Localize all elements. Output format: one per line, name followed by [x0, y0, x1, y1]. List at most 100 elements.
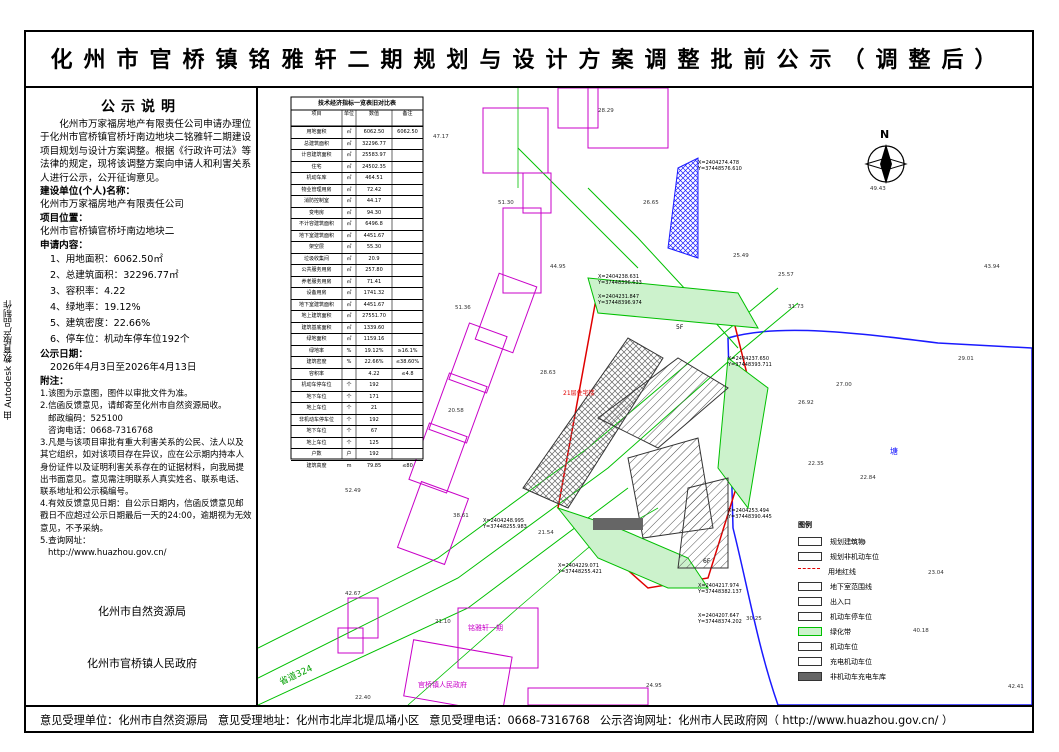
- table-row: 计容建筑面积 ㎡ 25583.97: [291, 149, 423, 161]
- elevation-label: 43.94: [984, 264, 1000, 270]
- table-cell: 125: [369, 439, 379, 446]
- table-cell: 个: [346, 405, 352, 411]
- elevation-label: 49.43: [870, 186, 886, 192]
- elevation-label: 42.67: [345, 591, 361, 597]
- legend-label: 地下室范围线: [830, 582, 872, 591]
- table-row: 建筑基底面积 ㎡ 1339.60: [291, 321, 423, 334]
- elevation-label: 28.63: [540, 370, 556, 376]
- building-label: 5F: [676, 324, 684, 331]
- legend-label: 机动车停车位: [830, 612, 872, 621]
- elevation-label: 47.17: [433, 134, 449, 140]
- table-cell: ≤4.8: [401, 370, 414, 377]
- note-3: 3.凡是与该项目审批有重大利害关系的公民、法人以及其它组织，如对该项目存在异议，…: [40, 438, 245, 497]
- legend-label: 充电机动车位: [830, 657, 872, 666]
- legend-label: 规划非机动车位: [830, 552, 879, 561]
- side-watermark-text: 由 Autodesk 教育版产品制作: [4, 300, 14, 420]
- legend-swatch: [798, 567, 820, 576]
- table-cell: 1339.60: [363, 324, 385, 331]
- elevation-label: 25.49: [733, 253, 749, 259]
- coordinate-label: X=2404237.650 Y=37448393.711: [728, 356, 772, 368]
- table-cell: 22.66%: [364, 359, 384, 365]
- table-cell: 个: [346, 416, 352, 423]
- note-website: http://www.huazhou.gov.cn/: [48, 547, 167, 558]
- elevation-label: 21.10: [435, 619, 451, 625]
- table-cell: 79.85: [366, 462, 382, 469]
- table-cell: [392, 265, 423, 276]
- elevation-label: 30.25: [746, 616, 762, 622]
- coordinate-label: X=2404217.974 Y=37448382.137: [698, 583, 742, 595]
- table-cell: 20.9: [368, 255, 380, 262]
- table-cell: ㎡: [346, 278, 352, 285]
- legend-label: 机动车位: [830, 642, 858, 651]
- legend-swatch: [798, 582, 822, 591]
- elevation-label: 31.73: [788, 304, 804, 310]
- elevation-label: 27.00: [836, 382, 852, 388]
- legend-label: 非机动车充电车库: [830, 672, 886, 681]
- content-item: 4、绿地率：19.12%: [50, 302, 141, 314]
- table-cell: 72.42: [366, 186, 382, 193]
- table-cell: 设备用房: [306, 290, 327, 296]
- table-row: 非机动车停车位 个 192: [291, 413, 423, 426]
- note-phone: 咨询电话：0668-7316768: [48, 425, 154, 436]
- table-row: 消防控制室 ㎡ 44.17: [291, 195, 423, 207]
- elevation-label: 51.30: [498, 200, 514, 206]
- table-cell: 非机动车停车位: [298, 416, 334, 423]
- table-cell: 住宅: [311, 163, 322, 170]
- legend-label: 出入口: [830, 597, 851, 606]
- footer-phone: 意见受理电话：0668-7316768: [429, 713, 590, 727]
- table-cell: [392, 208, 423, 219]
- table-row: 容积率 4.22 ≤4.8: [291, 367, 423, 380]
- table-header-cell: 备注: [402, 111, 413, 117]
- table-header-cell: 单位: [343, 111, 354, 117]
- legend-label: 用地红线: [828, 567, 856, 576]
- legend: 图例 规划建筑物 规划非机动车位 用地红线 地下室范围线 出入口 机动车停车位 绿化带 机动车…: [798, 520, 948, 684]
- note-2: 2.信函反馈意见，请邮寄至化州市自然资源局收。: [40, 401, 227, 412]
- legend-swatch: [798, 657, 822, 666]
- table-row: 用地面积 ㎡ 6062.50 6062.50: [291, 126, 423, 138]
- table-cell: 建筑基底面积: [301, 324, 332, 331]
- table-cell: 不计容建筑面积: [298, 221, 334, 227]
- table-row: 建筑高度 m 79.85 ≤80: [291, 459, 423, 472]
- content-item: 1、用地面积：6062.50㎡: [50, 254, 163, 266]
- legend-swatch: [798, 597, 822, 606]
- table-cell: 19.12%: [364, 347, 384, 354]
- coordinate-label: X=2404248.995 Y=37448255.983: [483, 518, 527, 530]
- table-row: 设备用房 ㎡ 1741.32: [291, 287, 423, 299]
- title-bar: 化州市官桥镇铭雅轩二期规划与设计方案调整批前公示（调整后）: [24, 30, 1034, 88]
- table-cell: ≤38.60%: [395, 359, 420, 365]
- table-cell: ㎡: [346, 267, 352, 273]
- table-cell: 地下车位: [306, 393, 327, 400]
- table-row: 变电房 ㎡ 94.30: [291, 206, 423, 219]
- table-cell: [392, 392, 423, 403]
- legend-swatch: [798, 672, 822, 681]
- content-item: 2、总建筑面积：32296.77㎡: [50, 270, 179, 282]
- table-cell: ㎡: [346, 129, 352, 135]
- table-cell: 绿地面积: [306, 336, 327, 342]
- legend-item: 机动车停车位: [798, 609, 948, 624]
- applicant-value: 化州市万家福房地产有限责任公司: [40, 199, 184, 211]
- legend-title: 图例: [798, 521, 812, 529]
- table-cell: [392, 231, 423, 242]
- legend-item: 规划建筑物: [798, 534, 948, 549]
- table-cell: 171: [369, 393, 379, 400]
- table-row: 绿地率% 19.12% ≥16.1%: [291, 344, 423, 357]
- table-cell: 地下室建筑面积: [298, 301, 334, 308]
- table-cell: ㎡: [346, 163, 352, 170]
- table-cell: 44.17: [366, 198, 382, 204]
- content-label: 申请内容：: [40, 239, 88, 251]
- table-row: 绿地面积 ㎡ 1159.16: [291, 333, 423, 345]
- water-label: 塘: [890, 447, 898, 456]
- table-cell: [392, 254, 423, 265]
- location-label: 项目位置：: [40, 212, 88, 224]
- table-cell: [392, 334, 423, 345]
- table-cell: [392, 415, 423, 426]
- notice-heading: 公示说明: [101, 99, 181, 115]
- table-cell: 地下车位: [306, 428, 327, 434]
- table-cell: [392, 300, 423, 311]
- table-cell: 25583.97: [362, 152, 386, 158]
- table-row: 地下车位 个 171: [291, 390, 423, 403]
- table-cell: 32296.77: [362, 140, 386, 147]
- period-value: 2026年4月3日至2026年4月13日: [50, 362, 197, 374]
- table-cell: ㎡: [346, 324, 352, 331]
- elevation-label: 26.92: [798, 400, 814, 406]
